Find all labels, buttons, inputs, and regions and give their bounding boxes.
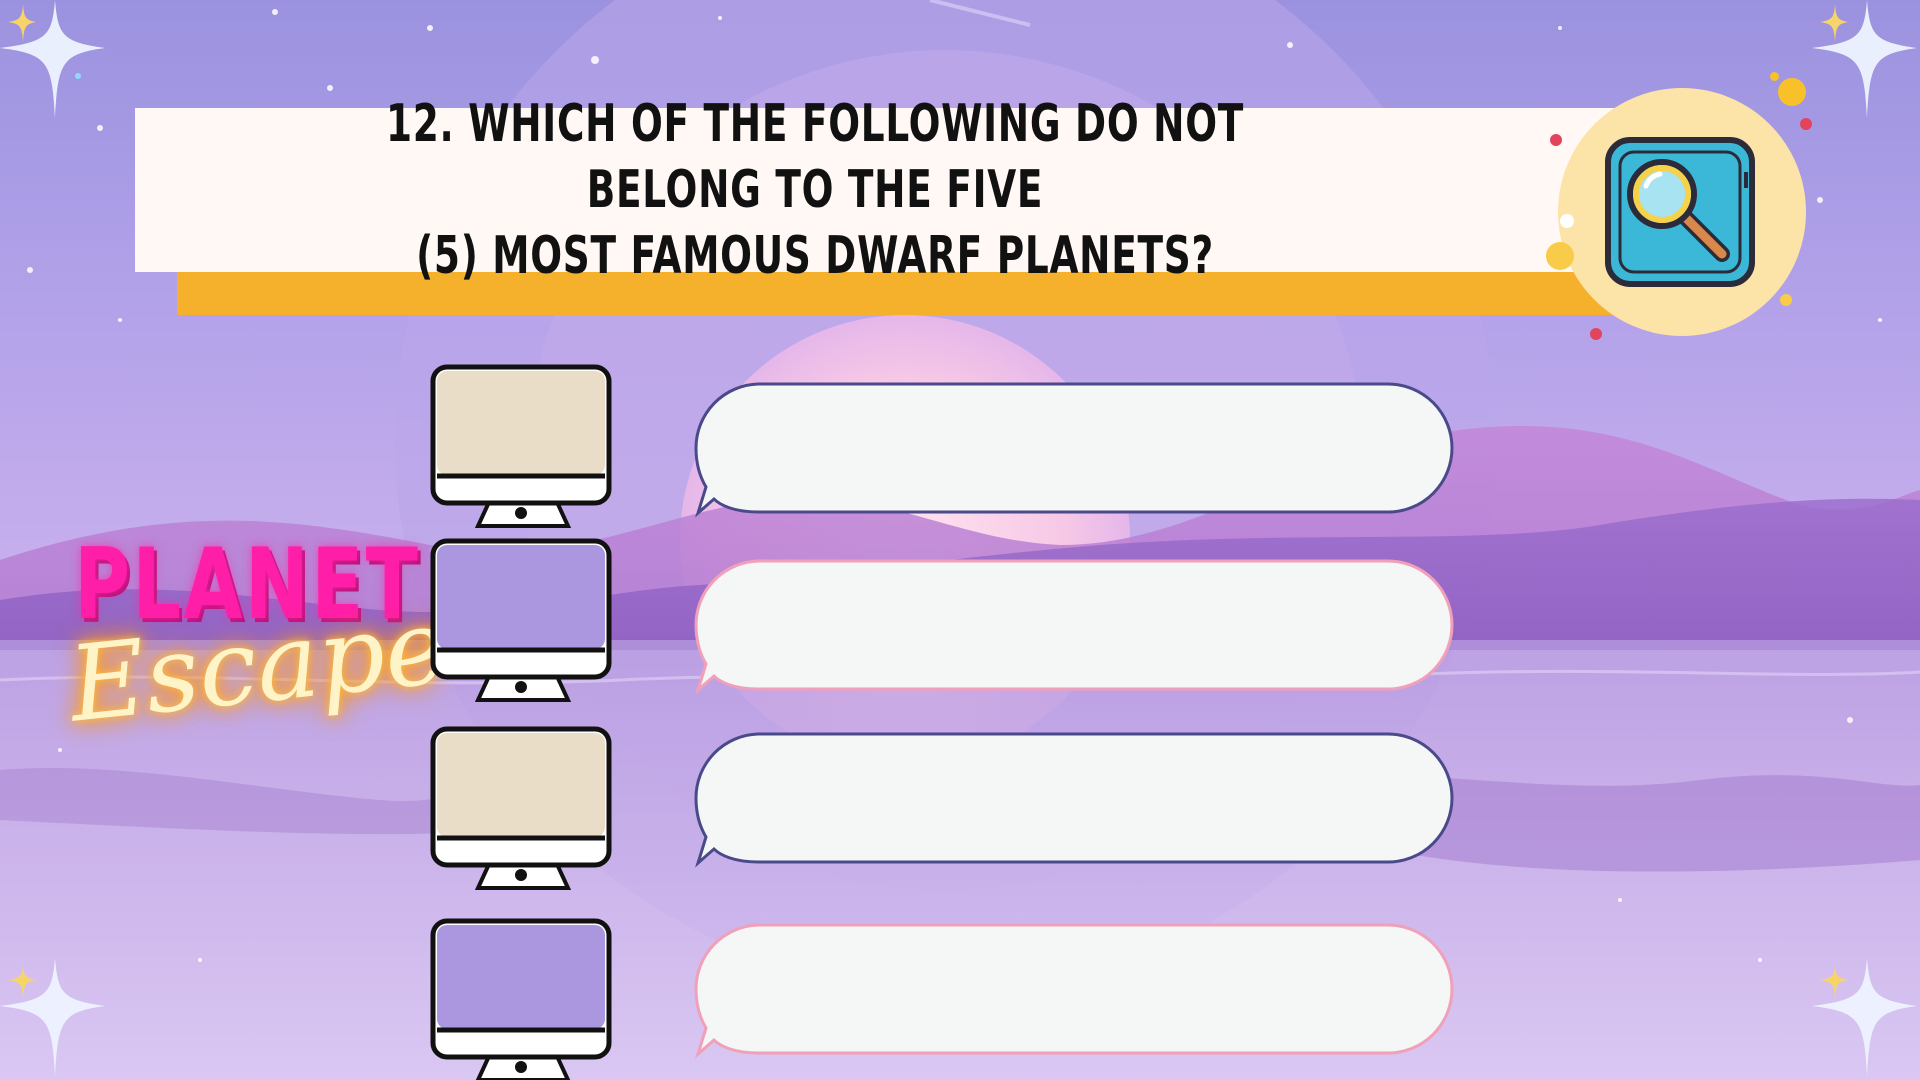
decor-dot: [1560, 214, 1574, 228]
monitor-icon: [430, 918, 612, 1080]
decor-dot: [1546, 242, 1574, 270]
monitor-icon: [430, 726, 612, 890]
answer-option[interactable]: [430, 538, 1454, 708]
decor-dot: [1778, 78, 1806, 106]
answer-bubble[interactable]: [694, 558, 1454, 698]
answer-bubble[interactable]: [694, 922, 1454, 1062]
answer-bubble[interactable]: [694, 731, 1454, 871]
question-line-1: 12. WHICH OF THE FOLLOWING DO NOT BELONG…: [385, 94, 1245, 220]
answer-option[interactable]: [430, 918, 1454, 1080]
planet-escape-logo: PLANET Escape: [62, 528, 452, 808]
answer-bubble[interactable]: [694, 381, 1454, 521]
answer-option[interactable]: [430, 726, 1454, 896]
decor-dot: [1550, 134, 1562, 146]
monitor-icon: [430, 538, 612, 702]
decor-dot: [1800, 118, 1812, 130]
magnifier-icon[interactable]: [1600, 132, 1760, 292]
decor-dot: [1590, 328, 1602, 340]
monitor-icon: [430, 364, 612, 528]
slide: 12. WHICH OF THE FOLLOWING DO NOT BELONG…: [0, 0, 1920, 1080]
sparkle-icon: [0, 0, 105, 118]
question-text: 12. WHICH OF THE FOLLOWING DO NOT BELONG…: [333, 91, 1298, 289]
answer-option[interactable]: [430, 364, 1454, 534]
question-line-2: (5) MOST FAMOUS DWARF PLANETS?: [416, 226, 1214, 286]
decor-dot: [1780, 294, 1792, 306]
decor-dot: [1770, 72, 1779, 81]
question-banner: 12. WHICH OF THE FOLLOWING DO NOT BELONG…: [135, 94, 1635, 286]
